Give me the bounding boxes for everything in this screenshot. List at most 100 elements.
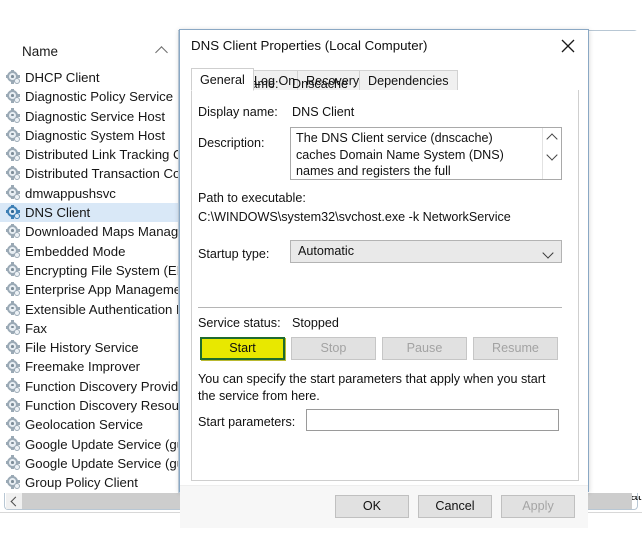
list-item-label: Distributed Link Tracking Cl: [25, 147, 178, 162]
display-name-label: Display name:: [198, 105, 278, 119]
console-toolbar-area: [0, 0, 642, 30]
list-item-label: Distributed Transaction Coo: [25, 166, 178, 181]
resume-button: Resume: [473, 337, 558, 360]
list-item[interactable]: Enterprise App Managemen: [0, 280, 178, 299]
list-item[interactable]: Function Discovery Provider: [0, 377, 178, 396]
list-item[interactable]: Diagnostic Policy Service: [0, 87, 178, 106]
service-gear-icon: [7, 380, 20, 393]
list-item[interactable]: dmwappushsvc: [0, 184, 178, 203]
start-parameters-input[interactable]: [306, 409, 559, 431]
list-item-label: DNS Client: [25, 205, 90, 220]
stop-button: Stop: [291, 337, 376, 360]
dialog-title-bar[interactable]: DNS Client Properties (Local Computer): [180, 30, 588, 61]
chevron-left-icon[interactable]: [6, 493, 22, 509]
list-item[interactable]: Function Discovery Resourc: [0, 396, 178, 415]
close-icon[interactable]: [548, 30, 588, 60]
list-item-label: DHCP Client: [25, 70, 100, 85]
column-header-label: Name: [22, 44, 58, 59]
service-gear-icon: [7, 341, 20, 354]
list-item-label: Function Discovery Resourc: [25, 398, 178, 413]
service-gear-icon: [7, 110, 20, 123]
description-label: Description:: [198, 136, 265, 150]
display-name-value: DNS Client: [292, 105, 354, 119]
ok-button[interactable]: OK: [335, 495, 409, 518]
column-header-name[interactable]: Name: [10, 42, 178, 64]
description-scrollbar[interactable]: [542, 128, 561, 179]
services-name-column[interactable]: Name DHCP Client Diagnostic Policy Servic…: [0, 30, 178, 493]
list-item-label: Diagnostic Policy Service: [25, 89, 173, 104]
service-gear-icon: [7, 360, 20, 373]
list-item-label: Enterprise App Managemen: [25, 282, 178, 297]
service-properties-dialog: DNS Client Properties (Local Computer) G…: [179, 29, 589, 492]
service-gear-icon: [7, 418, 20, 431]
service-gear-icon: [7, 457, 20, 470]
list-item-label: Embedded Mode: [25, 244, 125, 259]
list-item[interactable]: File History Service: [0, 338, 178, 357]
list-item[interactable]: Google Update Service (gup: [0, 435, 178, 454]
service-gear-icon: [7, 90, 20, 103]
startup-type-value: Automatic: [298, 244, 354, 258]
start-parameters-hint: You can specify the start parameters tha…: [198, 371, 556, 404]
list-item[interactable]: Diagnostic Service Host: [0, 107, 178, 126]
chevron-up-icon[interactable]: [543, 128, 561, 145]
list-item-label: Freemake Improver: [25, 359, 140, 374]
service-gear-icon: [7, 206, 20, 219]
service-gear-icon: [7, 438, 20, 451]
dialog-title: DNS Client Properties (Local Computer): [191, 38, 427, 53]
startup-type-label: Startup type:: [198, 247, 269, 261]
cancel-button[interactable]: Cancel: [418, 495, 492, 518]
service-gear-icon: [7, 399, 20, 412]
start-button[interactable]: Start: [200, 337, 285, 360]
service-gear-icon: [7, 148, 20, 161]
list-item[interactable]: Group Policy Client: [0, 473, 178, 492]
section-divider: [198, 307, 562, 308]
list-item-label: Diagnostic Service Host: [25, 109, 165, 124]
service-gear-icon: [7, 322, 20, 335]
services-list[interactable]: DHCP Client Diagnostic Policy Service Diag…: [0, 68, 178, 493]
list-item[interactable]: DNS Client: [0, 203, 178, 222]
list-item-label: Function Discovery Provider: [25, 379, 178, 394]
list-item-label: Google Update Service (gup: [25, 456, 178, 471]
service-gear-icon: [7, 303, 20, 316]
pause-button: Pause: [382, 337, 467, 360]
list-item[interactable]: Google Update Service (gup: [0, 454, 178, 473]
apply-button: Apply: [501, 495, 575, 518]
service-gear-icon: [7, 129, 20, 142]
list-item[interactable]: Encrypting File System (EFS): [0, 261, 178, 280]
chevron-down-icon[interactable]: [543, 148, 561, 165]
chevron-down-icon: [544, 249, 553, 258]
dialog-tab-strip[interactable]: General Log On Recovery Dependencies: [191, 68, 579, 91]
list-item-label: Encrypting File System (EFS): [25, 263, 178, 278]
list-item-label: dmwappushsvc: [25, 186, 116, 201]
service-gear-icon: [7, 71, 20, 84]
service-status-value: Stopped: [292, 316, 339, 330]
list-item-label: Extensible Authentication Pr: [25, 302, 178, 317]
startup-type-dropdown[interactable]: Automatic: [290, 240, 562, 263]
service-gear-icon: [7, 167, 20, 180]
list-item-label: File History Service: [25, 340, 139, 355]
list-item[interactable]: Extensible Authentication Pr: [0, 300, 178, 319]
service-name-value: Dnscache: [292, 77, 348, 91]
list-item[interactable]: Diagnostic System Host: [0, 126, 178, 145]
list-item-label: Group Policy Client: [25, 475, 138, 490]
service-gear-icon: [7, 187, 20, 200]
tab-general[interactable]: General: [191, 68, 254, 91]
path-to-executable-label: Path to executable:: [198, 191, 306, 205]
service-gear-icon: [7, 225, 20, 238]
service-gear-icon: [7, 264, 20, 277]
list-item-label: Downloaded Maps Manage: [25, 224, 178, 239]
list-item[interactable]: DHCP Client: [0, 68, 178, 87]
list-item[interactable]: Freemake Improver: [0, 357, 178, 376]
chevron-up-icon: [155, 44, 169, 54]
list-item[interactable]: Fax: [0, 319, 178, 338]
list-item[interactable]: Embedded Mode: [0, 242, 178, 261]
list-item[interactable]: Distributed Transaction Coo: [0, 164, 178, 183]
tab-dependencies[interactable]: Dependencies: [359, 70, 458, 91]
list-item[interactable]: Downloaded Maps Manage: [0, 222, 178, 241]
list-item[interactable]: Distributed Link Tracking Cl: [0, 145, 178, 164]
list-item[interactable]: Geolocation Service: [0, 415, 178, 434]
description-textbox[interactable]: The DNS Client service (dnscache) caches…: [290, 127, 562, 180]
service-gear-icon: [7, 476, 20, 489]
list-item-label: Fax: [25, 321, 47, 336]
description-text: The DNS Client service (dnscache) caches…: [296, 130, 533, 179]
